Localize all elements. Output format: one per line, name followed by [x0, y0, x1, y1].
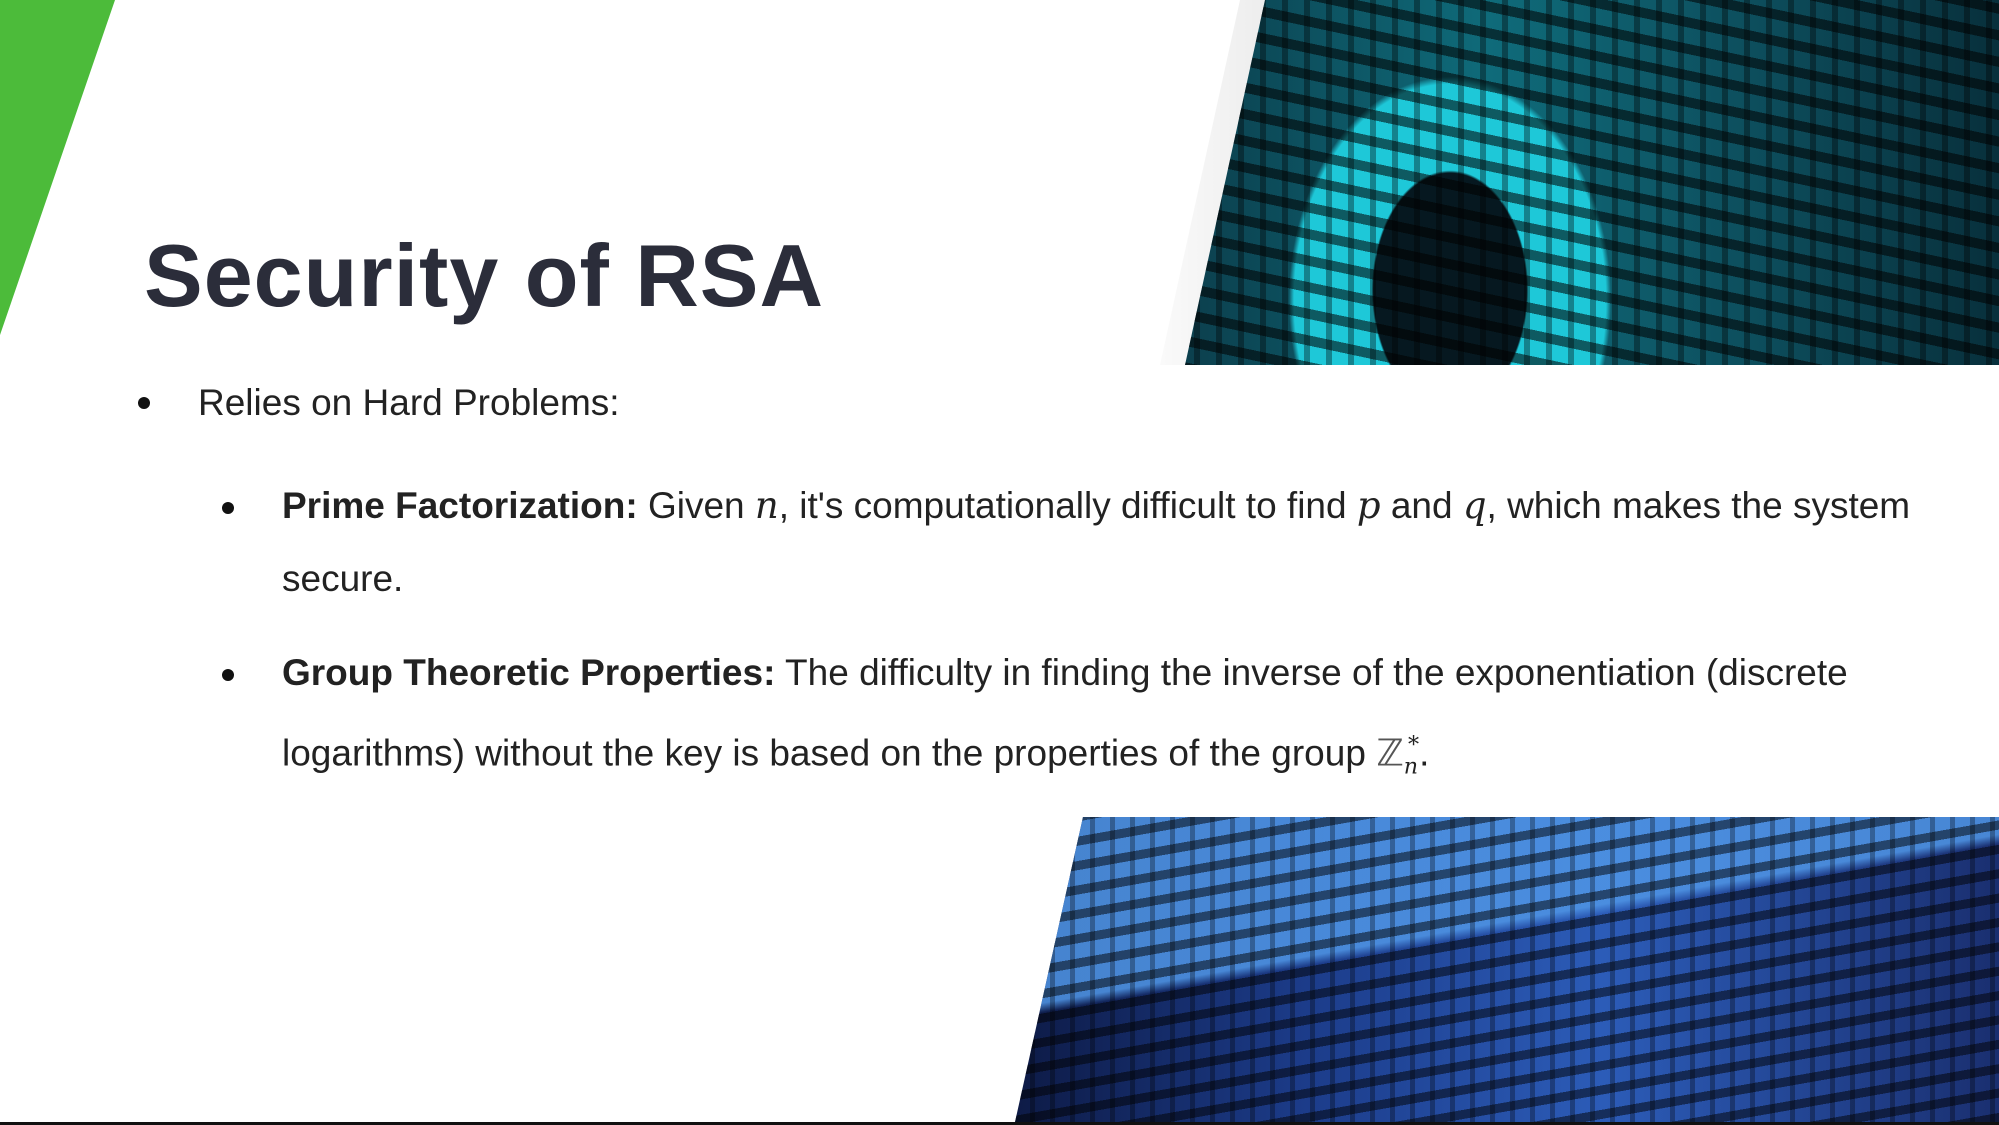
bullet-prime-factorization: Prime Factorization: Given n, it's compu…	[282, 469, 1982, 615]
bullet-label: Prime Factorization:	[282, 485, 638, 526]
math-superscript-star: *	[1408, 732, 1420, 758]
green-accent-shape	[0, 0, 115, 335]
cyber-lock-photo	[1185, 0, 1999, 365]
math-n: n	[754, 484, 779, 527]
bullet-dot	[222, 669, 234, 681]
bullet-relies: Relies on Hard Problems:	[198, 382, 620, 423]
text: .	[1419, 732, 1430, 774]
text: and	[1380, 485, 1463, 526]
math-group-z: ℤ	[1376, 731, 1404, 775]
hex-code-photo	[1015, 817, 1999, 1122]
text: Given	[647, 485, 755, 526]
bullet-dot	[138, 397, 150, 409]
bullet-label: Group Theoretic Properties:	[282, 652, 776, 693]
slide-title: Security of RSA	[144, 226, 825, 325]
math-q: q	[1462, 484, 1487, 527]
text: , it's computationally difficult to find	[778, 485, 1357, 526]
bullet-group-theoretic: Group Theoretic Properties: The difficul…	[282, 636, 1902, 804]
math-p: p	[1356, 484, 1381, 527]
bullet-dot	[222, 502, 234, 514]
